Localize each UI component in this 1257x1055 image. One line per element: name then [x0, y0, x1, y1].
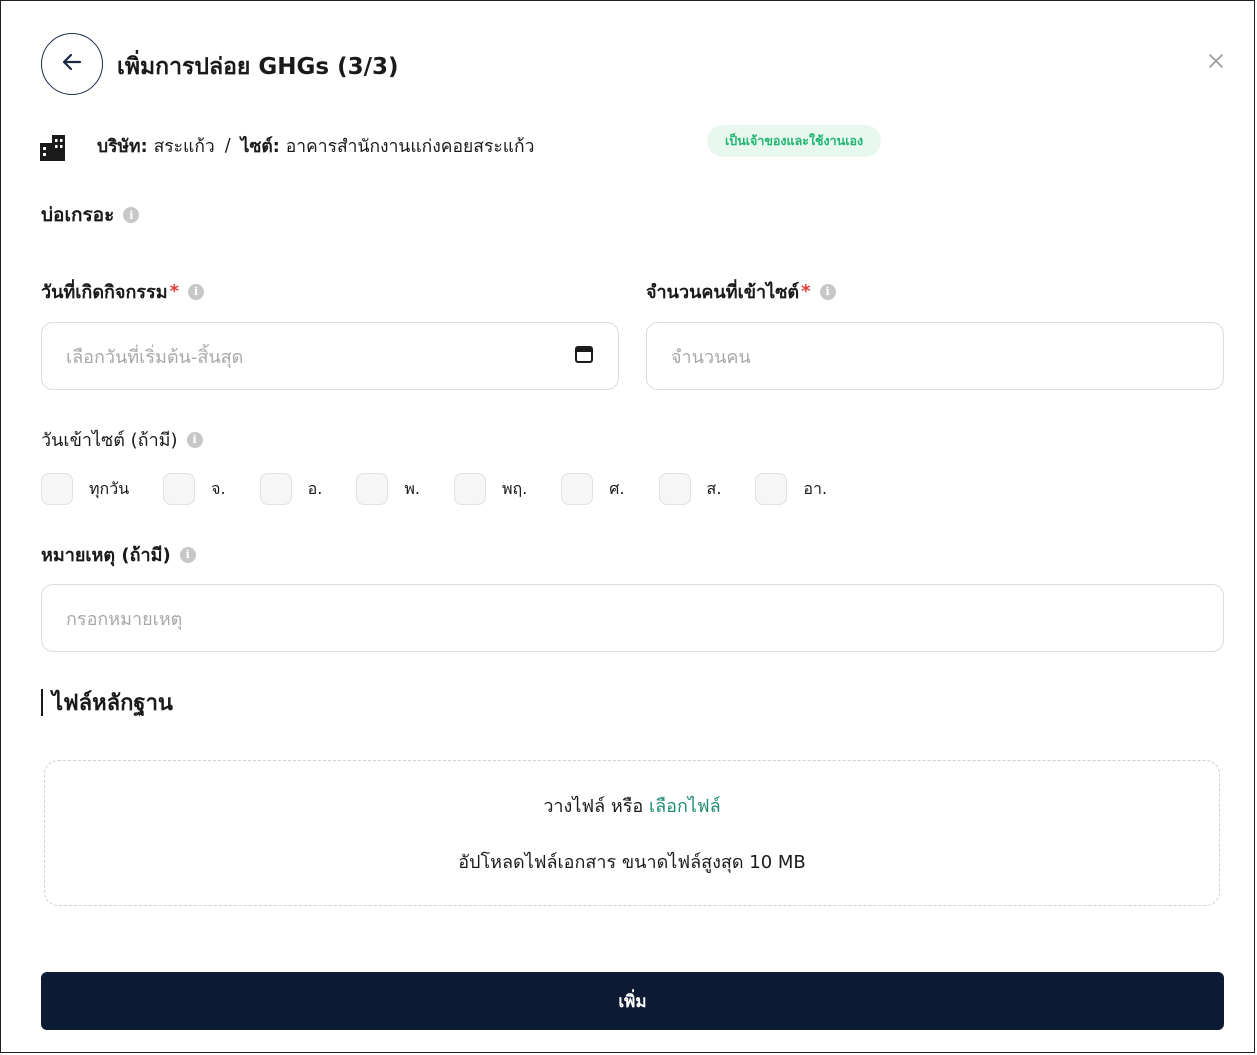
back-button[interactable]	[41, 33, 103, 95]
company-label: บริษัท:	[97, 137, 148, 157]
add-emission-dialog: เพิ่มการปล่อย GHGs (3/3) บริษัท: สระแก้ว…	[0, 0, 1255, 1053]
title-accent-bar	[41, 689, 43, 716]
checkbox[interactable]	[163, 473, 196, 505]
day-option-everyday[interactable]: ทุกวัน	[41, 473, 129, 505]
file-dropzone[interactable]: วางไฟล์ หรือ เลือกไฟล์ อัปโหลดไฟล์เอกสาร…	[44, 760, 1220, 906]
visit-days-checkboxes: ทุกวัน จ. อ. พ. พฤ. ศ. ส. อา.	[41, 473, 861, 505]
note-placeholder: กรอกหมายเหตุ	[66, 608, 183, 630]
day-option-label: พ.	[404, 478, 420, 498]
day-option-wed[interactable]: พ.	[356, 473, 420, 505]
required-mark: *	[801, 281, 811, 302]
section-title: บ่อเกรอะ i	[41, 200, 140, 230]
people-count-input[interactable]: จำนวนคน	[646, 322, 1224, 390]
checkbox[interactable]	[755, 473, 788, 505]
day-option-label: จ.	[211, 478, 226, 498]
day-option-label: อ.	[307, 478, 323, 498]
people-count-placeholder: จำนวนคน	[671, 346, 751, 368]
dropzone-instruction: วางไฟล์ หรือ เลือกไฟล์	[45, 791, 1219, 820]
note-label: หมายเหตุ (ถ้ามี) i	[41, 540, 196, 569]
checkbox[interactable]	[561, 473, 594, 505]
required-mark: *	[169, 281, 179, 302]
add-button[interactable]: เพิ่ม	[41, 972, 1224, 1030]
arrow-left-icon	[60, 50, 84, 78]
day-option-fri[interactable]: ศ.	[561, 473, 625, 505]
note-input[interactable]: กรอกหมายเหตุ	[41, 584, 1224, 652]
checkbox[interactable]	[658, 473, 691, 505]
activity-date-picker[interactable]: เลือกวันที่เริ่มต้น-สิ้นสุด	[41, 322, 619, 390]
close-button[interactable]	[1201, 48, 1231, 78]
visit-days-label: วันเข้าไซต์ (ถ้ามี) i	[41, 425, 203, 454]
people-count-label-text: จำนวนคนที่เข้าไซต์	[646, 282, 800, 303]
note-label-text: หมายเหตุ (ถ้ามี)	[41, 545, 171, 566]
close-icon	[1208, 53, 1224, 73]
info-icon[interactable]: i	[819, 283, 836, 300]
company-site-info: บริษัท: สระแก้ว / ไซต์: อาคารสำนักงานแก่…	[97, 132, 534, 160]
info-icon[interactable]: i	[179, 546, 196, 563]
day-option-label: ศ.	[609, 478, 625, 498]
day-option-thu[interactable]: พฤ.	[453, 473, 528, 505]
day-option-label: ส.	[706, 478, 722, 498]
info-icon[interactable]: i	[187, 283, 204, 300]
building-icon	[40, 133, 66, 163]
checkbox[interactable]	[259, 473, 292, 505]
visit-days-label-text: วันเข้าไซต์ (ถ้ามี)	[41, 430, 178, 451]
checkbox[interactable]	[453, 473, 486, 505]
company-name: สระแก้ว	[153, 137, 215, 157]
activity-date-label-text: วันที่เกิดกิจกรรม	[41, 282, 168, 303]
checkbox[interactable]	[41, 473, 73, 505]
day-option-sat[interactable]: ส.	[658, 473, 722, 505]
separator: /	[224, 136, 231, 156]
dropzone-hint: อัปโหลดไฟล์เอกสาร ขนาดไฟล์สูงสุด 10 MB	[458, 852, 806, 873]
day-option-mon[interactable]: จ.	[163, 473, 226, 505]
choose-file-link[interactable]: เลือกไฟล์	[649, 796, 721, 817]
info-icon[interactable]: i	[186, 431, 203, 448]
activity-date-placeholder: เลือกวันที่เริ่มต้น-สิ้นสุด	[66, 346, 244, 368]
activity-date-label: วันที่เกิดกิจกรรม * i	[41, 277, 204, 306]
people-count-label: จำนวนคนที่เข้าไซต์ * i	[646, 277, 836, 306]
day-option-label: อา.	[803, 478, 828, 498]
dialog-title: เพิ่มการปล่อย GHGs (3/3)	[117, 54, 399, 80]
calendar-icon[interactable]	[574, 344, 594, 369]
evidence-section-title: ไฟล์หลักฐาน	[41, 685, 173, 720]
evidence-title-text: ไฟล์หลักฐาน	[52, 691, 173, 716]
ownership-badge: เป็นเจ้าของและใช้งานเอง	[707, 125, 882, 157]
day-option-label: พฤ.	[501, 478, 528, 498]
site-label: ไซต์:	[240, 137, 280, 157]
site-name: อาคารสำนักงานแก่งคอยสระแก้ว	[285, 137, 535, 157]
section-title-text: บ่อเกรอะ	[41, 204, 115, 226]
drop-text: วางไฟล์ หรือ	[543, 796, 644, 817]
day-option-sun[interactable]: อา.	[755, 473, 827, 505]
day-option-tue[interactable]: อ.	[259, 473, 323, 505]
checkbox[interactable]	[356, 473, 389, 505]
info-icon[interactable]: i	[123, 207, 140, 223]
day-option-label: ทุกวัน	[89, 478, 130, 498]
